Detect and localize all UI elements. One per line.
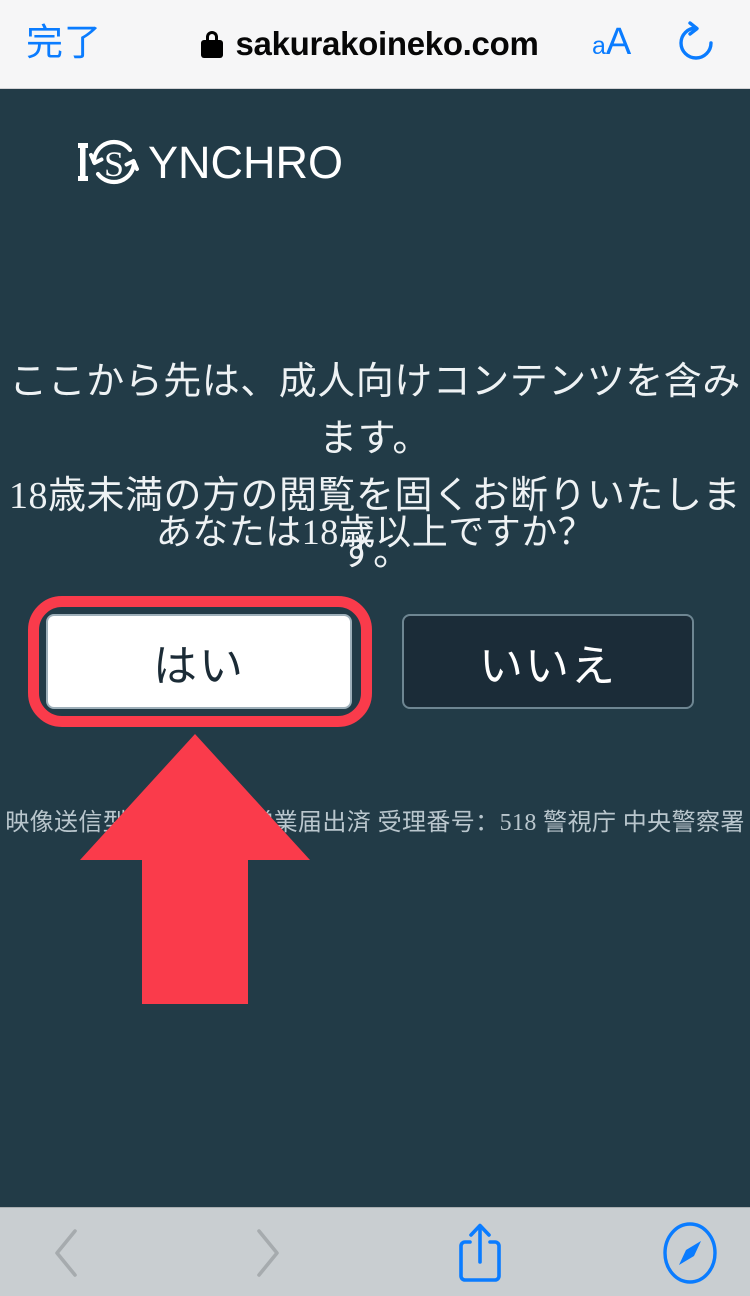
- age-notice-line-1: ここから先は、成人向けコンテンツを含みます。: [9, 361, 741, 460]
- browser-header: 完了 sakurakoineko.com aA: [0, 0, 750, 89]
- legal-footer: 映像送信型性風俗特殊営業届出済 受理番号：518 警視庁 中央警察署: [5, 810, 745, 836]
- text-size-large-a: A: [605, 21, 632, 63]
- reload-icon: [679, 21, 713, 60]
- share-button[interactable]: [435, 1218, 525, 1288]
- text-size-button[interactable]: aA: [592, 22, 631, 70]
- tabs-compass-button[interactable]: [645, 1218, 735, 1288]
- no-button[interactable]: いいえ: [402, 614, 694, 709]
- done-button[interactable]: 完了: [26, 21, 102, 65]
- yes-button[interactable]: はい: [46, 614, 352, 709]
- phone-screen: 完了 sakurakoineko.com aA S YNCHRO ここから先は、…: [0, 0, 750, 1296]
- compass-icon: [663, 1222, 717, 1284]
- site-logo: S YNCHRO: [78, 131, 348, 193]
- reload-button[interactable]: [672, 19, 720, 67]
- age-gate-buttons: はい いいえ: [0, 596, 750, 727]
- chevron-right-icon: [257, 1229, 279, 1277]
- isynchro-logo-icon: S YNCHRO: [78, 137, 343, 188]
- url-bar[interactable]: sakurakoineko.com: [170, 19, 570, 69]
- chevron-left-icon: [55, 1229, 77, 1277]
- forward-button[interactable]: [222, 1218, 312, 1288]
- up-arrow-annotation-icon: [80, 734, 310, 1004]
- svg-text:S: S: [104, 144, 124, 184]
- browser-toolbar: [0, 1207, 750, 1296]
- age-question: あなたは18歳以上ですか？: [155, 512, 595, 552]
- share-icon: [459, 1223, 501, 1282]
- lock-icon: [201, 30, 224, 58]
- text-size-small-a: a: [592, 32, 606, 60]
- url-text: sakurakoineko.com: [235, 25, 539, 62]
- svg-text:YNCHRO: YNCHRO: [148, 137, 343, 188]
- page-content: S YNCHRO ここから先は、成人向けコンテンツを含みます。 18歳未満の方の…: [0, 89, 750, 1207]
- back-button[interactable]: [22, 1218, 112, 1288]
